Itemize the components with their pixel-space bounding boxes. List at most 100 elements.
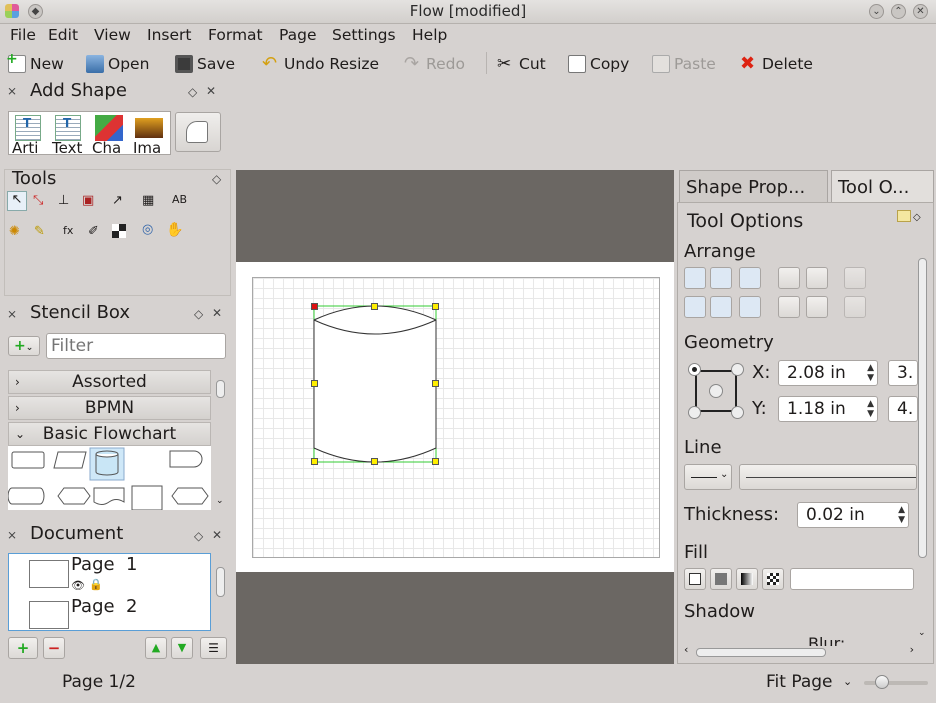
redo-button[interactable]: ↷ Redo [404, 52, 465, 76]
select-tool-button[interactable]: ↖ [7, 191, 27, 211]
resize-handle-bottom[interactable] [371, 458, 378, 465]
resize-handle-bottom-left[interactable] [311, 458, 318, 465]
ungroup-button[interactable] [844, 296, 866, 318]
stencil-category-basic-flowchart[interactable]: ⌄ Basic Flowchart [8, 422, 211, 446]
spinner-arrows-icon[interactable]: ▲ ▼ [867, 399, 874, 419]
resize-handle-right[interactable] [432, 380, 439, 387]
bring-forward-button[interactable] [778, 267, 800, 289]
cut-button[interactable]: ✂ Cut [497, 52, 546, 76]
stencil-close-icon[interactable]: ✕ [212, 306, 222, 320]
menu-help[interactable]: Help [412, 26, 447, 44]
more-shapes-button[interactable] [175, 112, 221, 152]
visibility-eye-icon[interactable]: 👁 [71, 579, 85, 592]
document-float-icon[interactable]: ◇ [194, 529, 203, 543]
paste-button[interactable]: Paste [652, 52, 716, 76]
resize-handle-bottom-right[interactable] [432, 458, 439, 465]
menu-edit[interactable]: Edit [48, 26, 78, 44]
send-backward-button[interactable] [778, 296, 800, 318]
pattern-tool-icon[interactable]: ✐ [88, 224, 99, 239]
chart-icon[interactable] [95, 115, 123, 141]
image-icon[interactable] [135, 118, 163, 138]
options-vertical-scrollbar[interactable]: ⌄ [915, 240, 929, 640]
group-button[interactable] [844, 267, 866, 289]
options-menu-arrow-icon[interactable]: ◇ [913, 212, 921, 223]
close-window-button[interactable]: ✕ [913, 4, 928, 19]
zoom-slider-handle[interactable] [875, 675, 889, 689]
fill-solid-button[interactable] [710, 568, 732, 590]
move-page-up-button[interactable]: ▲ [145, 637, 167, 659]
dock-close-icon[interactable]: ✕ [206, 84, 216, 98]
document-collapse-icon[interactable]: ⨯ [7, 528, 17, 542]
stencil-collapse-icon[interactable]: ⨯ [7, 307, 17, 321]
tab-shape-properties[interactable]: Shape Prop... [679, 170, 828, 202]
anchor-bottom-left[interactable] [688, 406, 701, 419]
anchor-bottom-right[interactable] [731, 406, 744, 419]
fill-none-button[interactable] [684, 568, 706, 590]
fill-color-swatch[interactable] [790, 568, 914, 590]
menu-view[interactable]: View [94, 26, 131, 44]
stencil-category-bpmn[interactable]: › BPMN [8, 396, 211, 420]
line-style-dropdown[interactable]: ⌄ [684, 464, 732, 490]
height-input[interactable]: 4. [888, 396, 918, 422]
menu-file[interactable]: File [10, 26, 36, 44]
spinner-arrows-icon[interactable]: ▲ ▼ [867, 363, 874, 383]
pan-tool-icon[interactable]: ✋ [166, 222, 183, 238]
anchor-top-right[interactable] [731, 363, 744, 376]
page-thumbnail-1[interactable] [29, 560, 69, 588]
anchor-top-left[interactable] [688, 363, 701, 376]
page-2-label[interactable]: Page 2 [71, 596, 137, 617]
zoom-mode-dropdown[interactable]: Fit Page [766, 672, 833, 692]
stencil-filter-input[interactable] [46, 333, 226, 359]
artistic-text-icon[interactable]: T [15, 115, 41, 141]
lock-icon[interactable]: 🔒 [89, 578, 103, 591]
zoom-slider[interactable] [864, 675, 928, 689]
dock-collapse-icon[interactable]: ⨯ [7, 84, 17, 98]
menu-settings[interactable]: Settings [332, 26, 396, 44]
align-vcenter-button[interactable] [710, 296, 732, 318]
tab-tool-options[interactable]: Tool O... [831, 170, 934, 202]
gradient-tool-icon[interactable]: ✺ [9, 224, 20, 239]
delete-button[interactable]: ✖ Delete [740, 52, 813, 76]
align-hcenter-button[interactable] [710, 267, 732, 289]
text-shape-icon[interactable]: T [55, 115, 81, 141]
zoom-tool-icon[interactable]: ◎ [142, 222, 153, 237]
document-close-icon[interactable]: ✕ [212, 528, 222, 542]
pen-tool-icon[interactable]: ✎ [34, 224, 45, 239]
anchor-point-selector[interactable] [688, 363, 744, 419]
x-position-input[interactable]: 2.08 in ▲ ▼ [778, 360, 878, 386]
text-tool-icon[interactable]: AB [172, 193, 187, 206]
stencil-float-icon[interactable]: ◇ [194, 307, 203, 321]
new-button[interactable]: + New [6, 51, 64, 76]
move-page-down-button[interactable]: ▼ [171, 637, 193, 659]
options-menu-icon[interactable] [897, 210, 911, 222]
copy-button[interactable]: Copy [568, 52, 629, 76]
fill-pattern-button[interactable] [762, 568, 784, 590]
page-thumbnail-2[interactable] [29, 601, 69, 629]
calligraphy-tool-icon[interactable]: ↗ [112, 193, 123, 208]
options-horizontal-scrollbar[interactable]: ‹ › [684, 643, 914, 659]
align-left-button[interactable] [684, 267, 706, 289]
dock-float-icon[interactable]: ◇ [188, 85, 197, 99]
resize-handle-top[interactable] [371, 303, 378, 310]
width-input[interactable]: 3. [888, 360, 918, 386]
tools-float-icon[interactable]: ◇ [212, 172, 221, 186]
resize-handle-top-left[interactable] [311, 303, 318, 310]
filter-tool-icon[interactable]: fx [63, 224, 73, 237]
line-color-button[interactable] [739, 464, 917, 490]
video-tool-icon[interactable]: ▦ [142, 193, 154, 208]
checker-tool-icon[interactable] [112, 224, 126, 238]
thickness-input[interactable]: 0.02 in ▲ ▼ [797, 502, 909, 528]
page-1-label[interactable]: Page 1 [71, 554, 137, 575]
connector-tool-icon[interactable]: ▣ [82, 193, 94, 208]
align-right-button[interactable] [739, 267, 761, 289]
fill-gradient-button[interactable] [736, 568, 758, 590]
stencil-category-assorted[interactable]: › Assorted [8, 370, 211, 394]
menu-page[interactable]: Page [279, 26, 317, 44]
minimize-button[interactable]: ⌄ [869, 4, 884, 19]
resize-handle-left[interactable] [311, 380, 318, 387]
menu-insert[interactable]: Insert [147, 26, 191, 44]
path-tool-icon[interactable]: ⤡ [33, 193, 43, 208]
page-view-mode-button[interactable]: ☰ [200, 637, 227, 659]
anchor-center[interactable] [709, 384, 723, 398]
remove-page-button[interactable]: − [43, 637, 65, 659]
